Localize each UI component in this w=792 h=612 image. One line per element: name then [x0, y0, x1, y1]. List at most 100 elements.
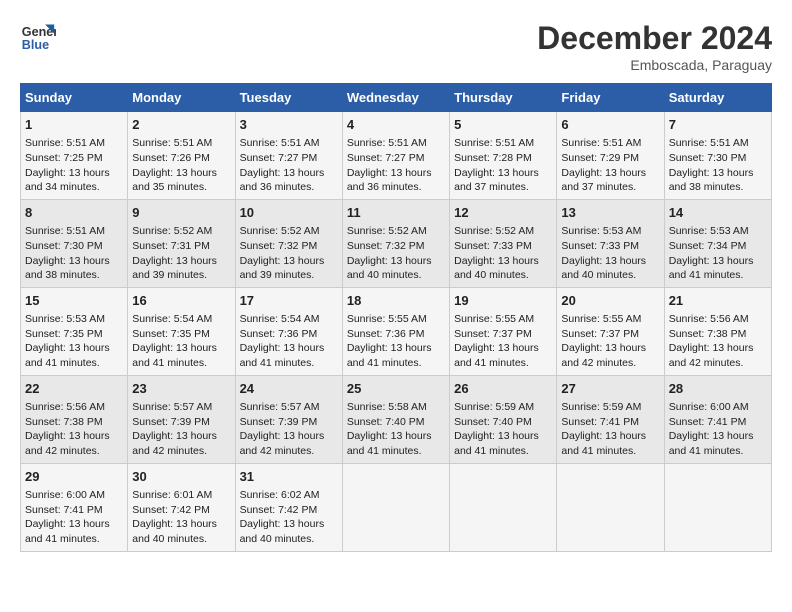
day-info: and 41 minutes. [25, 532, 123, 547]
day-number: 28 [669, 380, 767, 398]
header-day-wednesday: Wednesday [342, 84, 449, 112]
calendar-cell: 11Sunrise: 5:52 AMSunset: 7:32 PMDayligh… [342, 199, 449, 287]
day-info: and 40 minutes. [347, 268, 445, 283]
day-info: and 42 minutes. [240, 444, 338, 459]
calendar-cell: 16Sunrise: 5:54 AMSunset: 7:35 PMDayligh… [128, 287, 235, 375]
day-info: Sunrise: 6:02 AM [240, 488, 338, 503]
day-info: Daylight: 13 hours [240, 341, 338, 356]
day-number: 19 [454, 292, 552, 310]
day-number: 22 [25, 380, 123, 398]
day-number: 24 [240, 380, 338, 398]
day-info: Daylight: 13 hours [25, 429, 123, 444]
week-row-3: 15Sunrise: 5:53 AMSunset: 7:35 PMDayligh… [21, 287, 772, 375]
day-info: and 41 minutes. [347, 444, 445, 459]
header-day-sunday: Sunday [21, 84, 128, 112]
day-info: and 41 minutes. [454, 356, 552, 371]
day-info: Sunset: 7:28 PM [454, 151, 552, 166]
day-number: 4 [347, 116, 445, 134]
day-info: Sunset: 7:30 PM [25, 239, 123, 254]
day-info: Daylight: 13 hours [669, 341, 767, 356]
day-info: Sunset: 7:42 PM [240, 503, 338, 518]
day-info: Sunrise: 5:57 AM [132, 400, 230, 415]
day-info: and 34 minutes. [25, 180, 123, 195]
calendar-cell: 30Sunrise: 6:01 AMSunset: 7:42 PMDayligh… [128, 463, 235, 551]
day-number: 7 [669, 116, 767, 134]
day-number: 27 [561, 380, 659, 398]
day-info: Daylight: 13 hours [25, 166, 123, 181]
day-number: 18 [347, 292, 445, 310]
day-info: Sunset: 7:38 PM [669, 327, 767, 342]
calendar-cell: 21 Sunrise: 5:56 AMSunset: 7:38 PMDayligh… [664, 287, 771, 375]
day-info: Sunset: 7:33 PM [454, 239, 552, 254]
calendar-cell: 10Sunrise: 5:52 AMSunset: 7:32 PMDayligh… [235, 199, 342, 287]
day-info: Sunrise: 5:56 AM [669, 312, 767, 327]
day-info: and 39 minutes. [240, 268, 338, 283]
day-number: 23 [132, 380, 230, 398]
day-info: Sunset: 7:36 PM [240, 327, 338, 342]
day-info: Sunset: 7:35 PM [25, 327, 123, 342]
day-number: 17 [240, 292, 338, 310]
day-info: Sunset: 7:36 PM [347, 327, 445, 342]
day-info: Sunset: 7:41 PM [25, 503, 123, 518]
day-info: and 41 minutes. [132, 356, 230, 371]
calendar-cell: 5Sunrise: 5:51 AMSunset: 7:28 PMDaylight… [450, 112, 557, 200]
day-info: Sunrise: 5:51 AM [240, 136, 338, 151]
day-info: and 41 minutes. [561, 444, 659, 459]
day-info: Sunrise: 5:52 AM [454, 224, 552, 239]
day-info: and 42 minutes. [25, 444, 123, 459]
day-info: Daylight: 13 hours [240, 254, 338, 269]
day-number: 12 [454, 204, 552, 222]
location-subtitle: Emboscada, Paraguay [537, 57, 772, 73]
day-info: Sunrise: 5:51 AM [132, 136, 230, 151]
week-row-4: 22Sunrise: 5:56 AMSunset: 7:38 PMDayligh… [21, 375, 772, 463]
day-info: Sunrise: 5:54 AM [132, 312, 230, 327]
calendar-cell: 15Sunrise: 5:53 AMSunset: 7:35 PMDayligh… [21, 287, 128, 375]
day-number: 25 [347, 380, 445, 398]
day-number: 16 [132, 292, 230, 310]
day-info: and 41 minutes. [25, 356, 123, 371]
day-info: Sunset: 7:27 PM [347, 151, 445, 166]
day-info: Daylight: 13 hours [454, 429, 552, 444]
page-header: General Blue December 2024 Emboscada, Pa… [20, 20, 772, 73]
day-info: Daylight: 13 hours [669, 254, 767, 269]
day-info: Sunrise: 5:54 AM [240, 312, 338, 327]
calendar-cell [557, 463, 664, 551]
calendar-cell: 28Sunrise: 6:00 AMSunset: 7:41 PMDayligh… [664, 375, 771, 463]
day-info: and 40 minutes. [561, 268, 659, 283]
header-day-thursday: Thursday [450, 84, 557, 112]
day-info: Sunrise: 5:51 AM [561, 136, 659, 151]
day-info: Sunrise: 6:00 AM [25, 488, 123, 503]
day-info: Sunset: 7:40 PM [347, 415, 445, 430]
calendar-cell: 13Sunrise: 5:53 AMSunset: 7:33 PMDayligh… [557, 199, 664, 287]
day-info: Sunset: 7:39 PM [240, 415, 338, 430]
day-info: Daylight: 13 hours [454, 341, 552, 356]
day-info: and 41 minutes. [347, 356, 445, 371]
day-number: 21 [669, 292, 767, 310]
calendar-cell: 8Sunrise: 5:51 AMSunset: 7:30 PMDaylight… [21, 199, 128, 287]
day-info: and 42 minutes. [132, 444, 230, 459]
day-info: and 41 minutes. [669, 444, 767, 459]
calendar-cell: 18Sunrise: 5:55 AMSunset: 7:36 PMDayligh… [342, 287, 449, 375]
day-number: 30 [132, 468, 230, 486]
month-title: December 2024 [537, 20, 772, 57]
day-info: Daylight: 13 hours [240, 517, 338, 532]
day-info: Sunset: 7:38 PM [25, 415, 123, 430]
day-info: Daylight: 13 hours [25, 254, 123, 269]
day-info: Sunset: 7:25 PM [25, 151, 123, 166]
day-info: Sunset: 7:30 PM [669, 151, 767, 166]
day-info: and 40 minutes. [454, 268, 552, 283]
day-info: Sunset: 7:41 PM [561, 415, 659, 430]
day-info: Daylight: 13 hours [25, 341, 123, 356]
day-info: Sunrise: 5:58 AM [347, 400, 445, 415]
day-info: and 41 minutes. [454, 444, 552, 459]
day-info: Sunrise: 5:52 AM [347, 224, 445, 239]
day-number: 8 [25, 204, 123, 222]
calendar-cell: 31Sunrise: 6:02 AMSunset: 7:42 PMDayligh… [235, 463, 342, 551]
day-info: Daylight: 13 hours [561, 341, 659, 356]
calendar-cell: 2Sunrise: 5:51 AMSunset: 7:26 PMDaylight… [128, 112, 235, 200]
day-info: and 38 minutes. [669, 180, 767, 195]
logo-icon: General Blue [20, 20, 56, 56]
day-info: Sunset: 7:27 PM [240, 151, 338, 166]
calendar-cell: 4Sunrise: 5:51 AMSunset: 7:27 PMDaylight… [342, 112, 449, 200]
day-info: Sunrise: 5:53 AM [25, 312, 123, 327]
